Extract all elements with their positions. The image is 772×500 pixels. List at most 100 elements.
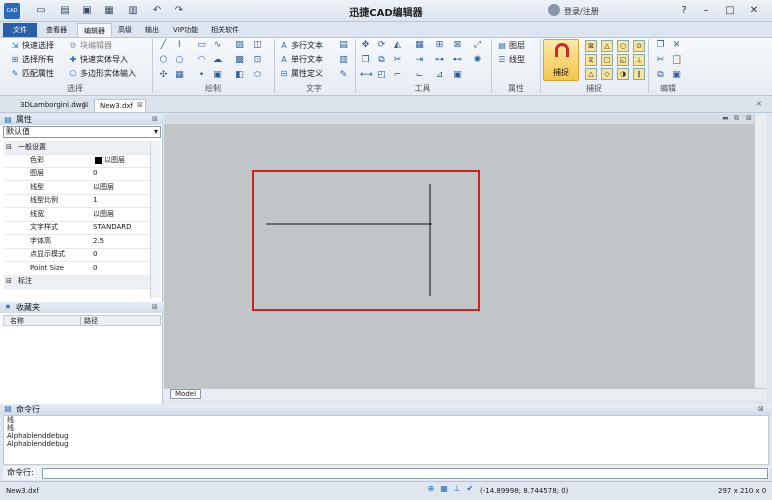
single-line-text-button[interactable]: A单行文本 (279, 53, 323, 66)
minimize-icon[interactable]: – (698, 3, 714, 19)
snap-node-icon[interactable]: ⊙ (633, 40, 645, 52)
text-edit-icon[interactable]: ▥ (338, 55, 349, 66)
paste-icon[interactable]: 📋 (671, 55, 682, 66)
property-row-point-mode[interactable]: 点显示模式0 (4, 248, 150, 262)
property-row-linetype-scale[interactable]: 线型比例1 (4, 194, 150, 208)
rotate-icon[interactable]: ⟳ (376, 40, 387, 51)
text-find-icon[interactable]: ✎ (338, 70, 349, 81)
measure-icon[interactable]: ⊿ (434, 70, 445, 81)
snap-button[interactable]: 捕捉 (543, 39, 579, 81)
close-icon[interactable]: ✕ (746, 3, 762, 19)
tab-editor[interactable]: 编辑器 (77, 23, 112, 38)
snap-insert-icon[interactable]: ◱ (617, 54, 629, 66)
user-icon[interactable] (548, 4, 560, 16)
hatch-icon[interactable]: ▨ (234, 40, 245, 51)
offset-icon[interactable]: ⧉ (376, 55, 387, 66)
paste-block-icon[interactable]: ▣ (671, 70, 682, 81)
help-icon[interactable]: ? (676, 3, 692, 19)
property-row-font-height[interactable]: 字体高2.5 (4, 235, 150, 249)
boundary-icon[interactable]: ⊡ (252, 55, 263, 66)
snap-perpendicular-icon[interactable]: ⊥ (633, 54, 645, 66)
rectangle-icon[interactable]: ▭ (196, 40, 207, 51)
tab-related-software[interactable]: 相关软件 (205, 23, 245, 38)
model-tab[interactable]: Model (170, 389, 201, 399)
canvas-minimize-icon[interactable]: ▬ (722, 114, 729, 122)
layer-button[interactable]: ▤图层 (497, 39, 525, 52)
snap-tangent-icon[interactable]: △ (585, 68, 597, 80)
login-link[interactable]: 登录/注册 (564, 6, 599, 17)
polyline-icon[interactable]: ⌇ (174, 40, 185, 51)
tab-vip[interactable]: VIP功能 (167, 23, 204, 38)
property-row-layer[interactable]: 图层0 (4, 167, 150, 181)
move-icon[interactable]: ✥ (360, 40, 371, 51)
property-row-color[interactable]: 色彩以图层 (4, 154, 150, 168)
pattern-icon[interactable]: ▦ (174, 70, 185, 81)
attribute-definition-button[interactable]: ⊟属性定义 (279, 67, 323, 80)
close-tab-icon[interactable]: ⊠ (83, 101, 89, 109)
command-input[interactable] (42, 468, 768, 479)
snap-endpoint-icon[interactable]: ⊠ (585, 40, 597, 52)
revcloud-icon[interactable]: ☁ (212, 55, 223, 66)
circle-icon[interactable]: ○ (174, 55, 185, 66)
break-icon[interactable]: ⊶ (434, 55, 445, 66)
mirror-icon[interactable]: ◭ (392, 40, 403, 51)
arc-icon[interactable]: ◠ (196, 55, 207, 66)
chamfer-icon[interactable]: ⌙ (414, 70, 425, 81)
tab-viewer[interactable]: 查看器 (40, 23, 73, 38)
snap-midpoint-icon[interactable]: △ (601, 40, 613, 52)
properties-scrollbar[interactable] (150, 141, 161, 298)
line-icon[interactable]: ╱ (158, 40, 169, 51)
copy-tool-icon[interactable]: ❐ (360, 55, 371, 66)
snap-quadrant-icon[interactable]: ◇ (601, 68, 613, 80)
grid-toggle-icon[interactable]: ▦ (439, 484, 449, 494)
delete-icon[interactable]: ✕ (671, 40, 682, 51)
quick-entity-import-button[interactable]: ✚快速实体导入 (68, 53, 128, 66)
gradient-icon[interactable]: ▩ (234, 55, 245, 66)
canvas-close-icon[interactable]: ⊠ (746, 114, 752, 122)
snap-intersection-icon[interactable]: ⧖ (585, 54, 597, 66)
layer-tool-icon[interactable]: ▣ (452, 70, 463, 81)
maximize-icon[interactable]: □ (722, 3, 738, 19)
snap-center-icon[interactable]: ○ (617, 40, 629, 52)
close-tab-icon[interactable]: ⊠ (137, 101, 143, 109)
fillet-icon[interactable]: ⌐ (392, 70, 403, 81)
cut-icon[interactable]: ✂ (655, 55, 666, 66)
column-name[interactable]: 名称 (10, 316, 24, 326)
snap-parallel-icon[interactable]: ∥ (633, 68, 645, 80)
snap-extension-icon[interactable]: □ (601, 54, 613, 66)
area-icon[interactable]: ◰ (376, 70, 387, 81)
ortho-toggle-icon[interactable]: ⊥ (452, 484, 462, 494)
snap-toggle-icon[interactable]: ⊕ (426, 484, 436, 494)
extend-icon[interactable]: ⇥ (414, 55, 425, 66)
fill-icon[interactable]: ◧ (234, 70, 245, 81)
column-path[interactable]: 路径 (80, 316, 98, 326)
copy-base-icon[interactable]: ⧉ (655, 70, 666, 81)
text-style-icon[interactable]: ▤ (338, 40, 349, 51)
dot-icon[interactable]: • (196, 70, 207, 81)
copy-icon[interactable]: ❐ (655, 40, 666, 51)
point-icon[interactable]: ✣ (158, 70, 169, 81)
stretch-icon[interactable]: ⊠ (452, 40, 463, 51)
section-general[interactable]: ⊟一般设置 (4, 141, 150, 155)
trim-icon[interactable]: ✂ (392, 55, 403, 66)
align-icon[interactable]: ⊞ (434, 40, 445, 51)
snap-nearest-icon[interactable]: ◑ (617, 68, 629, 80)
polygon-icon[interactable]: ⬡ (158, 55, 169, 66)
tab-advanced[interactable]: 高级 (112, 23, 138, 38)
linetype-button[interactable]: ☰线型 (497, 53, 525, 66)
drawing-canvas[interactable] (164, 114, 754, 388)
image-icon[interactable]: ▣ (212, 70, 223, 81)
property-row-text-style[interactable]: 文字样式STANDARD (4, 221, 150, 235)
close-panel-icon[interactable]: ⊠ (758, 405, 764, 413)
section-dimension[interactable]: ⊟标注 (4, 275, 150, 289)
property-row-linetype[interactable]: 线型以图层 (4, 181, 150, 195)
array-icon[interactable]: ▦ (414, 40, 425, 51)
canvas-horizontal-scrollbar[interactable] (164, 388, 766, 400)
multiline-text-button[interactable]: A多行文本 (279, 39, 323, 52)
lineweight-toggle-icon[interactable]: ✔ (465, 484, 475, 494)
close-panel-icon[interactable]: ⊠ (152, 115, 158, 123)
scale-icon[interactable]: ⤢ (472, 40, 483, 51)
close-panel-icon[interactable]: ⊠ (152, 303, 158, 311)
doc-tab-lamborgini[interactable]: 3DLamborgini.dwg (15, 99, 91, 112)
match-properties-button[interactable]: ✎匹配属性 (10, 67, 54, 80)
